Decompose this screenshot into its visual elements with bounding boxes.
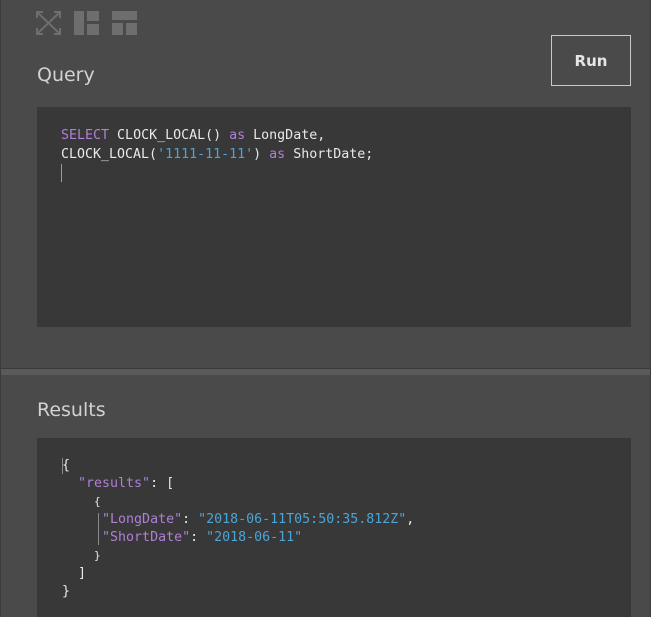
json-line: "ShortDate": "2018-06-11": [62, 529, 414, 547]
indent-guide: [98, 513, 99, 545]
query-panel: Query Run SELECT CLOCK_LOCAL() as LongDa…: [1, 0, 650, 368]
json-colon: :: [182, 512, 199, 527]
json-colon: :: [190, 530, 207, 545]
results-panel: Results { "results": [ { "LongDate": "20…: [1, 375, 650, 617]
code-line-1: SELECT CLOCK_LOCAL() as LongDate,: [61, 126, 373, 145]
json-punct: : [: [150, 476, 175, 491]
json-value-shortdate: "2018-06-11": [206, 530, 303, 545]
code-keyword: as: [229, 128, 246, 143]
code-text: CLOCK_LOCAL(: [61, 147, 158, 162]
run-button[interactable]: Run: [551, 35, 631, 86]
json-comma: ,: [406, 512, 415, 527]
layout-columns-icon[interactable]: [74, 11, 99, 35]
json-inner-close: }: [94, 549, 101, 562]
json-line: "LongDate": "2018-06-11T05:50:35.812Z",: [62, 511, 414, 529]
code-text: ): [253, 147, 270, 162]
indent-guide: [62, 458, 63, 474]
json-line: ]: [62, 565, 414, 583]
query-editor[interactable]: SELECT CLOCK_LOCAL() as LongDate, CLOCK_L…: [37, 107, 631, 327]
json-open-brace: {: [62, 458, 71, 473]
json-line: {: [62, 493, 414, 511]
json-line: }: [62, 547, 414, 565]
code-text: CLOCK_LOCAL(): [109, 128, 230, 143]
expand-icon[interactable]: [36, 11, 61, 35]
code-line-2: CLOCK_LOCAL('1111-11-11') as ShortDate;: [61, 145, 373, 164]
results-json: { "results": [ { "LongDate": "2018-06-11…: [62, 457, 414, 601]
code-keyword: as: [269, 147, 286, 162]
panel-resize-handle[interactable]: [1, 368, 650, 375]
json-line: "results": [: [62, 475, 414, 493]
json-key-results: "results": [78, 476, 151, 491]
json-key-shortdate: "ShortDate": [102, 530, 191, 545]
json-line: }: [62, 583, 414, 601]
layout-toolbar: [36, 11, 137, 35]
layout-rows-icon[interactable]: [112, 11, 137, 35]
query-workbench: Query Run SELECT CLOCK_LOCAL() as LongDa…: [0, 0, 651, 617]
code-line-3: [61, 164, 373, 183]
json-inner-open: {: [94, 495, 101, 508]
json-close-brace: }: [62, 584, 71, 599]
query-title: Query: [37, 64, 95, 86]
results-viewer[interactable]: { "results": [ { "LongDate": "2018-06-11…: [37, 438, 631, 617]
results-title: Results: [37, 399, 106, 421]
code-string: '1111-11-11': [157, 147, 254, 162]
json-value-longdate: "2018-06-11T05:50:35.812Z": [198, 512, 407, 527]
json-close-bracket: ]: [78, 566, 87, 581]
code-text: ShortDate;: [285, 147, 374, 162]
code-text: LongDate,: [245, 128, 326, 143]
text-caret: [61, 164, 62, 182]
query-code[interactable]: SELECT CLOCK_LOCAL() as LongDate, CLOCK_L…: [61, 126, 373, 183]
json-key-longdate: "LongDate": [102, 512, 183, 527]
json-line: {: [62, 457, 414, 475]
code-keyword: SELECT: [61, 128, 110, 143]
